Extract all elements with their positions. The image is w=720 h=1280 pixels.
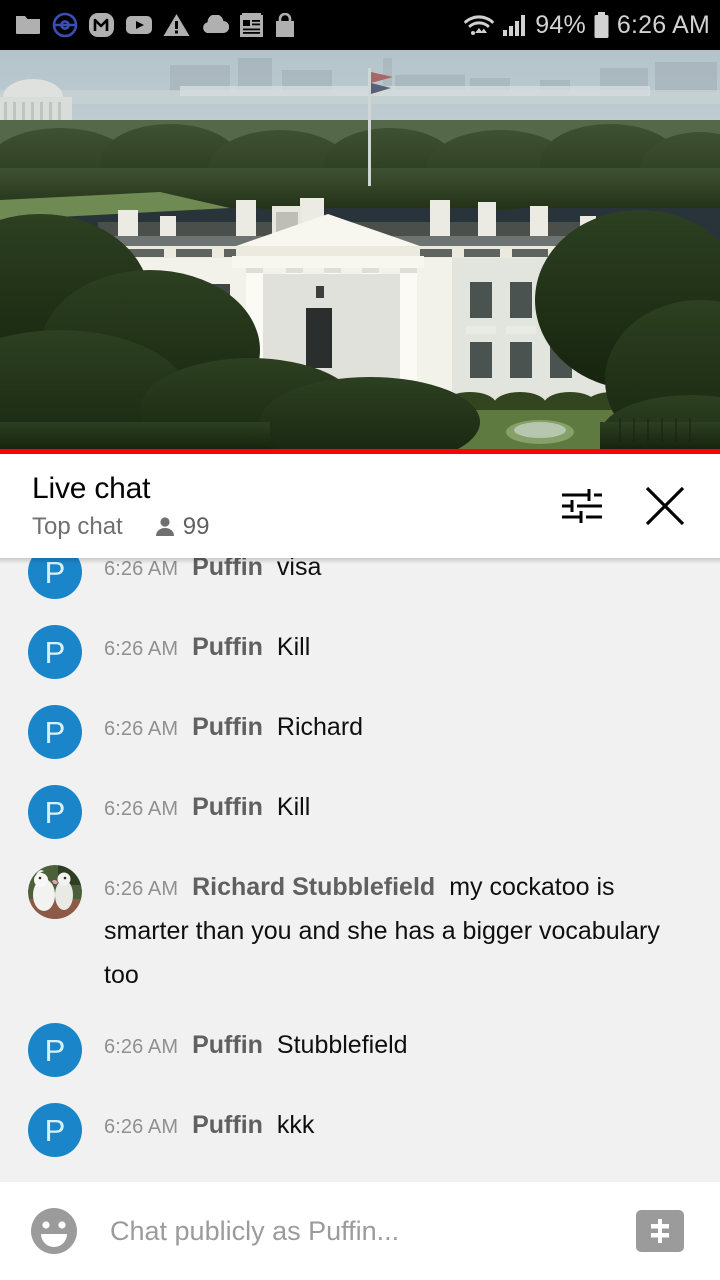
message-timestamp: 6:26 AM <box>104 798 179 820</box>
message-author[interactable]: Puffin <box>192 793 263 821</box>
cell-signal-icon <box>503 15 526 36</box>
chat-message-body: 6:26 AM Puffin Stubblefield <box>104 1021 408 1071</box>
avatar-initial: P <box>44 714 66 750</box>
message-text: visa <box>276 558 322 581</box>
viewer-count: 99 <box>153 513 210 541</box>
live-chat-header-titles: Live chat Top chat 99 <box>32 470 556 542</box>
chat-message-body: 6:26 AM Puffin visa <box>104 558 321 593</box>
chat-settings-button[interactable] <box>556 481 606 531</box>
chat-message-row[interactable]: P 6:26 AM Puffin kkk <box>0 1091 720 1171</box>
emoji-smiley-icon <box>31 1208 77 1254</box>
avatar[interactable]: P <box>28 705 82 759</box>
message-author[interactable]: Puffin <box>192 1031 263 1059</box>
chat-message-list[interactable]: P 6:26 AM Puffin visa P 6:26 AM Puffin Kill … <box>0 558 720 1182</box>
wifi-icon <box>464 15 495 35</box>
avatar[interactable]: P <box>28 625 82 679</box>
message-timestamp: 6:26 AM <box>104 558 179 580</box>
cloud-icon <box>203 15 229 34</box>
cockatoo-photo-icon <box>28 865 82 919</box>
battery-percent-label: 94% <box>535 10 586 39</box>
chat-input[interactable] <box>110 1215 636 1247</box>
white-house-video-frame <box>0 50 720 449</box>
message-text: Stubblefield <box>276 1031 408 1059</box>
message-timestamp: 6:26 AM <box>104 718 179 740</box>
message-text: Kill <box>276 793 311 821</box>
person-icon <box>155 517 174 536</box>
super-chat-button[interactable] <box>636 1210 684 1252</box>
pokeball-icon <box>52 12 78 38</box>
live-chat-subheader: Top chat 99 <box>32 512 556 542</box>
avatar[interactable]: P <box>28 785 82 839</box>
chat-message-row[interactable]: P 6:26 AM Puffin Richard <box>0 693 720 773</box>
chat-message-row[interactable]: P 6:26 AM Puffin Kill <box>0 773 720 853</box>
message-text: Richard <box>276 713 364 741</box>
chat-message-row[interactable]: 6:26 AM Richard Stubblefield my cockatoo i… <box>0 853 720 1011</box>
emoji-picker-button[interactable] <box>26 1203 82 1259</box>
dollar-sign-icon <box>651 1219 669 1243</box>
chat-message-body: 6:26 AM Puffin Kill <box>104 623 310 673</box>
avatar-initial: P <box>44 1112 66 1148</box>
chat-message-body: 6:26 AM Puffin Kill <box>104 783 310 833</box>
chat-input-bar <box>0 1182 720 1280</box>
live-chat-screen: 94% 6:26 AM Live chat Top chat 99 P 6:26… <box>0 0 720 1280</box>
message-author[interactable]: Puffin <box>192 713 263 741</box>
live-chat-header-actions <box>556 481 700 531</box>
message-timestamp: 6:26 AM <box>104 1036 179 1058</box>
messenger-m-icon <box>89 13 114 37</box>
message-author[interactable]: Richard Stubblefield <box>192 873 435 901</box>
avatar-initial: P <box>44 1032 66 1068</box>
status-notification-icons <box>14 12 463 38</box>
chat-message-body: 6:26 AM Puffin kkk <box>104 1101 314 1151</box>
message-author[interactable]: Puffin <box>192 558 263 581</box>
video-player[interactable] <box>0 50 720 449</box>
shopping-bag-icon <box>276 12 294 37</box>
page-title: Live chat <box>32 472 151 505</box>
message-author[interactable]: Puffin <box>192 1111 263 1139</box>
chat-message-row[interactable]: P 6:26 AM Puffin visa <box>0 558 720 613</box>
clock-label: 6:26 AM <box>616 10 710 39</box>
youtube-icon <box>126 16 152 34</box>
android-status-bar: 94% 6:26 AM <box>0 0 720 50</box>
viewer-count-label: 99 <box>182 513 210 540</box>
tune-icon <box>562 489 602 523</box>
chat-message-row[interactable]: P 6:26 AM Puffin Kill <box>0 613 720 693</box>
chat-message-body: 6:26 AM Richard Stubblefield my cockatoo i… <box>104 863 698 1001</box>
battery-icon <box>594 11 609 38</box>
close-icon <box>645 486 685 526</box>
message-text: Kill <box>276 633 311 661</box>
folder-icon <box>16 16 40 34</box>
avatar[interactable]: P <box>28 1023 82 1077</box>
avatar[interactable] <box>28 865 82 919</box>
chat-message-row[interactable]: P 6:26 AMPuffintrash <box>0 1171 720 1182</box>
message-timestamp: 6:26 AM <box>104 638 179 660</box>
chat-mode-label[interactable]: Top chat <box>32 512 123 542</box>
warning-triangle-icon <box>163 14 190 36</box>
message-timestamp: 6:26 AM <box>104 1116 179 1138</box>
avatar-initial: P <box>44 634 66 670</box>
chat-message-body: 6:26 AM Puffin Richard <box>104 703 363 753</box>
status-system-icons: 94% 6:26 AM <box>463 11 710 40</box>
message-text: kkk <box>276 1111 315 1139</box>
avatar-initial: P <box>44 558 66 590</box>
chat-message-row[interactable]: P 6:26 AM Puffin Stubblefield <box>0 1011 720 1091</box>
avatar-initial: P <box>44 794 66 830</box>
news-icon <box>240 12 263 37</box>
avatar[interactable]: P <box>28 558 82 599</box>
message-author[interactable]: Puffin <box>192 633 263 661</box>
avatar[interactable]: P <box>28 1103 82 1157</box>
live-chat-header: Live chat Top chat 99 <box>0 454 720 558</box>
close-chat-button[interactable] <box>640 481 690 531</box>
message-timestamp: 6:26 AM <box>104 878 179 900</box>
